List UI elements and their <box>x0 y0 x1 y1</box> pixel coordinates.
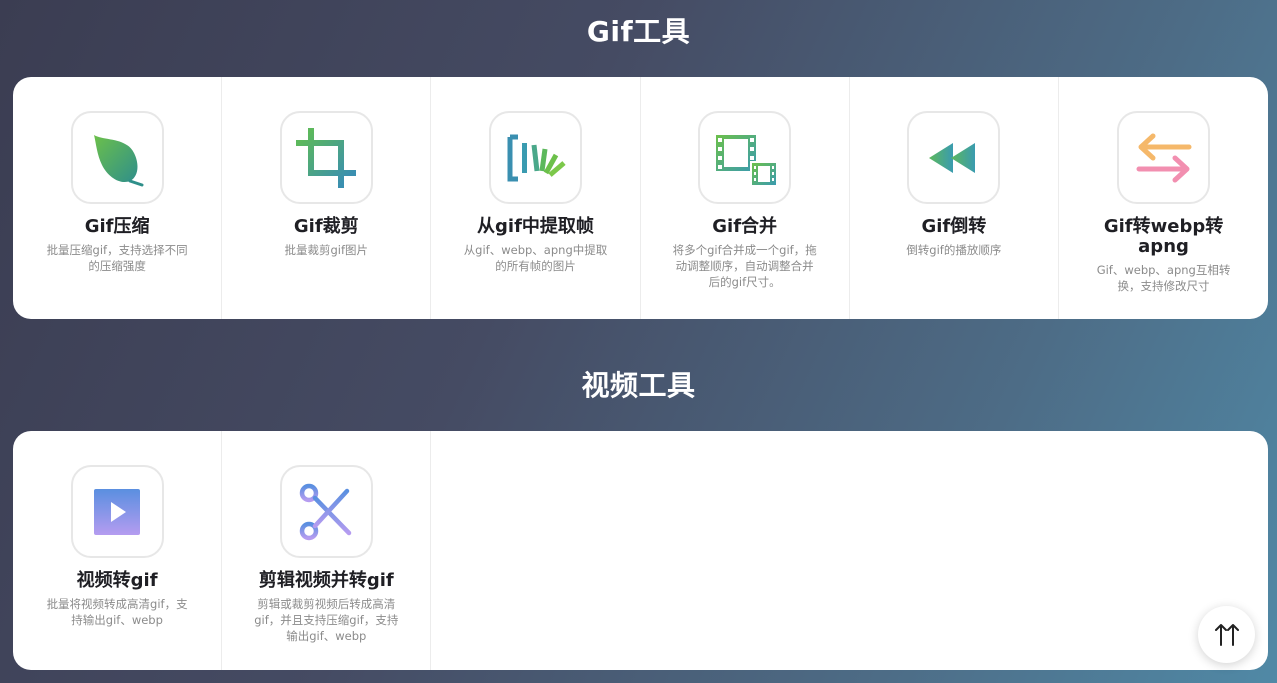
film-merge-icon <box>698 111 792 204</box>
tool-name: Gif裁剪 <box>293 216 359 237</box>
tool-desc: 批量压缩gif，支持选择不同的压缩强度 <box>46 243 188 273</box>
tool-desc: 批量将视频转成高清gif，支持输出gif、webp <box>46 597 188 627</box>
crop-icon <box>279 111 373 204</box>
tool-name: 剪辑视频并转gif <box>258 570 394 591</box>
video-section-title: 视频工具 <box>581 369 696 402</box>
card-empty-space <box>431 431 1268 670</box>
tool-video-to-gif[interactable]: 视频转gif 批量将视频转成高清gif，支持输出gif、webp <box>13 431 223 670</box>
tool-name: 从gif中提取帧 <box>477 216 594 237</box>
tool-name: Gif倒转 <box>921 216 987 237</box>
tool-gif-merge[interactable]: Gif合并 将多个gif合并成一个gif，拖动调整顺序，自动调整合并后的gif尺… <box>641 77 850 319</box>
play-video-icon <box>70 465 164 558</box>
scissors-icon <box>279 465 373 558</box>
tool-name: Gif转webp转apng <box>1103 216 1224 257</box>
back-to-top-icon <box>1214 623 1239 646</box>
tool-name: Gif压缩 <box>84 216 150 237</box>
tool-desc: 将多个gif合并成一个gif，拖动调整顺序，自动调整合并后的gif尺寸。 <box>672 243 817 289</box>
tool-extract-frames[interactable]: 从gif中提取帧 从gif、webp、apng中提取的所有帧的图片 <box>431 77 641 319</box>
tool-desc: 从gif、webp、apng中提取的所有帧的图片 <box>463 243 608 273</box>
frames-extract-icon <box>488 111 582 204</box>
tool-desc: 剪辑或裁剪视频后转成高清gif，并且支持压缩gif，支持输出gif、webp <box>254 597 399 643</box>
gif-section-title: Gif工具 <box>586 15 691 48</box>
tool-name: 视频转gif <box>76 570 158 591</box>
tool-clip-video-to-gif[interactable]: 剪辑视频并转gif 剪辑或裁剪视频后转成高清gif，并且支持压缩gif，支持输出… <box>222 431 432 670</box>
swap-arrows-icon <box>1117 111 1211 204</box>
tool-desc: 倒转gif的播放顺序 <box>906 243 1002 257</box>
gif-tools-card: Gif压缩 批量压缩gif，支持选择不同的压缩强度 Gif裁剪 批量裁剪gif图… <box>13 77 1268 319</box>
leaf-icon <box>70 111 164 204</box>
tool-gif-crop[interactable]: Gif裁剪 批量裁剪gif图片 <box>222 77 432 319</box>
tool-gif-reverse[interactable]: Gif倒转 倒转gif的播放顺序 <box>850 77 1059 319</box>
back-to-top-button[interactable] <box>1198 606 1255 663</box>
video-tools-card: 视频转gif 批量将视频转成高清gif，支持输出gif、webp 剪辑视频并转g… <box>13 431 1268 670</box>
tool-gif-compress[interactable]: Gif压缩 批量压缩gif，支持选择不同的压缩强度 <box>13 77 223 319</box>
tool-desc: 批量裁剪gif图片 <box>284 243 369 257</box>
rewind-icon <box>907 111 1001 204</box>
tool-desc: Gif、webp、apng互相转换，支持修改尺寸 <box>1096 263 1231 293</box>
tool-gif-convert[interactable]: Gif转webp转apng Gif、webp、apng互相转换，支持修改尺寸 <box>1059 77 1268 319</box>
tool-name: Gif合并 <box>712 216 778 237</box>
